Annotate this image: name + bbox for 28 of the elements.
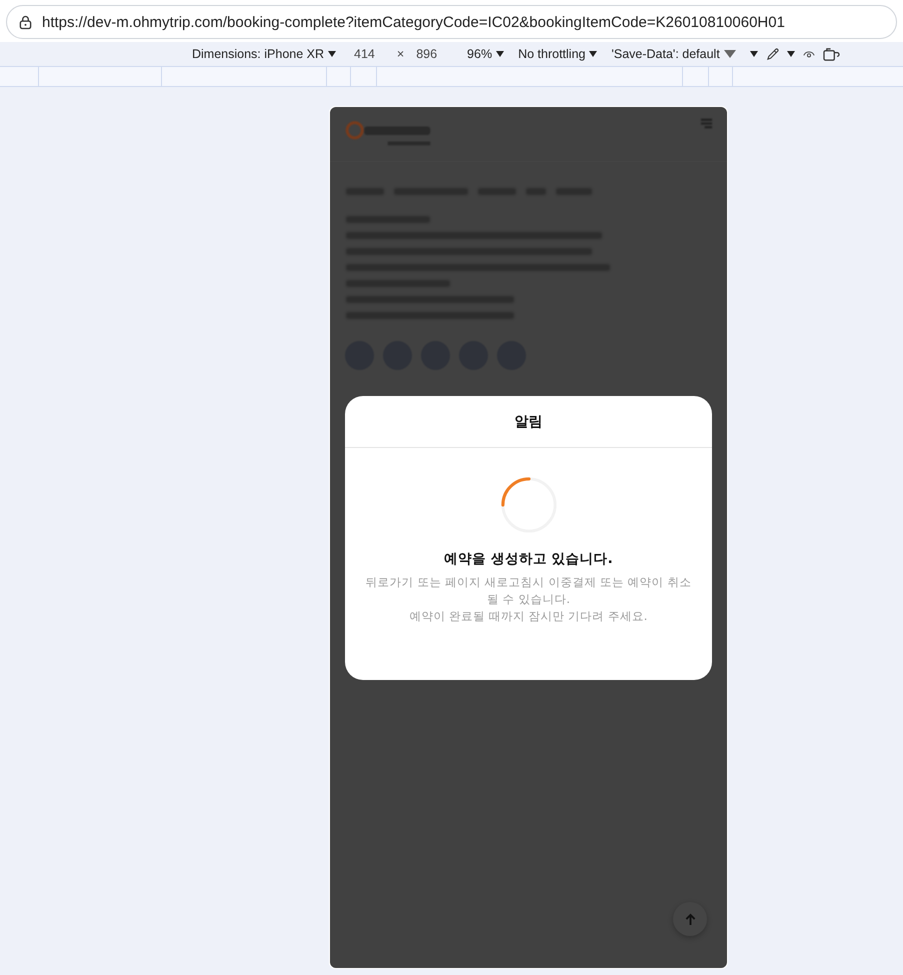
caret-icon	[328, 51, 336, 57]
rotate-icon[interactable]	[822, 46, 840, 62]
caret-icon	[496, 51, 504, 57]
scroll-top-button[interactable]	[673, 902, 707, 936]
loading-spinner-icon	[500, 476, 558, 534]
dialog-heading: 예약을 생성하고 있습니다.	[444, 550, 613, 568]
width-value[interactable]: 414	[354, 47, 375, 61]
dialog-message: 뒤로가기 또는 페이지 새로고침시 이중결제 또는 예약이 취소될 수 있습니다.	[364, 574, 692, 608]
dialog-message: 예약이 완료될 때까지 잠시만 기다려 주세요.	[410, 608, 648, 625]
media-query-ruler[interactable]	[0, 66, 903, 87]
caret-icon[interactable]	[786, 51, 795, 57]
dimensions-dropdown[interactable]: Dimensions: iPhone XR	[192, 47, 336, 61]
caret-icon[interactable]	[750, 51, 758, 57]
lock-icon	[19, 14, 32, 30]
times-sign: ×	[396, 47, 404, 61]
caret-icon	[724, 50, 736, 58]
save-data-dropdown[interactable]: 'Save-Data': default	[611, 47, 736, 61]
height-value[interactable]: 896	[416, 47, 438, 61]
eyedropper-icon[interactable]	[766, 48, 779, 60]
eye-icon[interactable]	[802, 50, 815, 58]
menu-icon[interactable]	[700, 117, 713, 130]
up-arrow-icon	[684, 912, 696, 926]
caret-icon	[589, 51, 598, 57]
address-bar[interactable]: https://dev-m.ohmytrip.com/booking-complete?itemCategoryCode=IC02&bookingItemCode=K26010810060H01	[6, 5, 897, 39]
dialog-title: 알림	[345, 396, 712, 448]
throttling-dropdown[interactable]: No throttling	[518, 47, 598, 61]
url-text: https://dev-m.ohmytrip.com/booking-complete?itemCategoryCode=IC02&bookingItemCode=K26010810060H01	[42, 14, 785, 30]
zoom-dropdown[interactable]: 96%	[467, 47, 504, 61]
